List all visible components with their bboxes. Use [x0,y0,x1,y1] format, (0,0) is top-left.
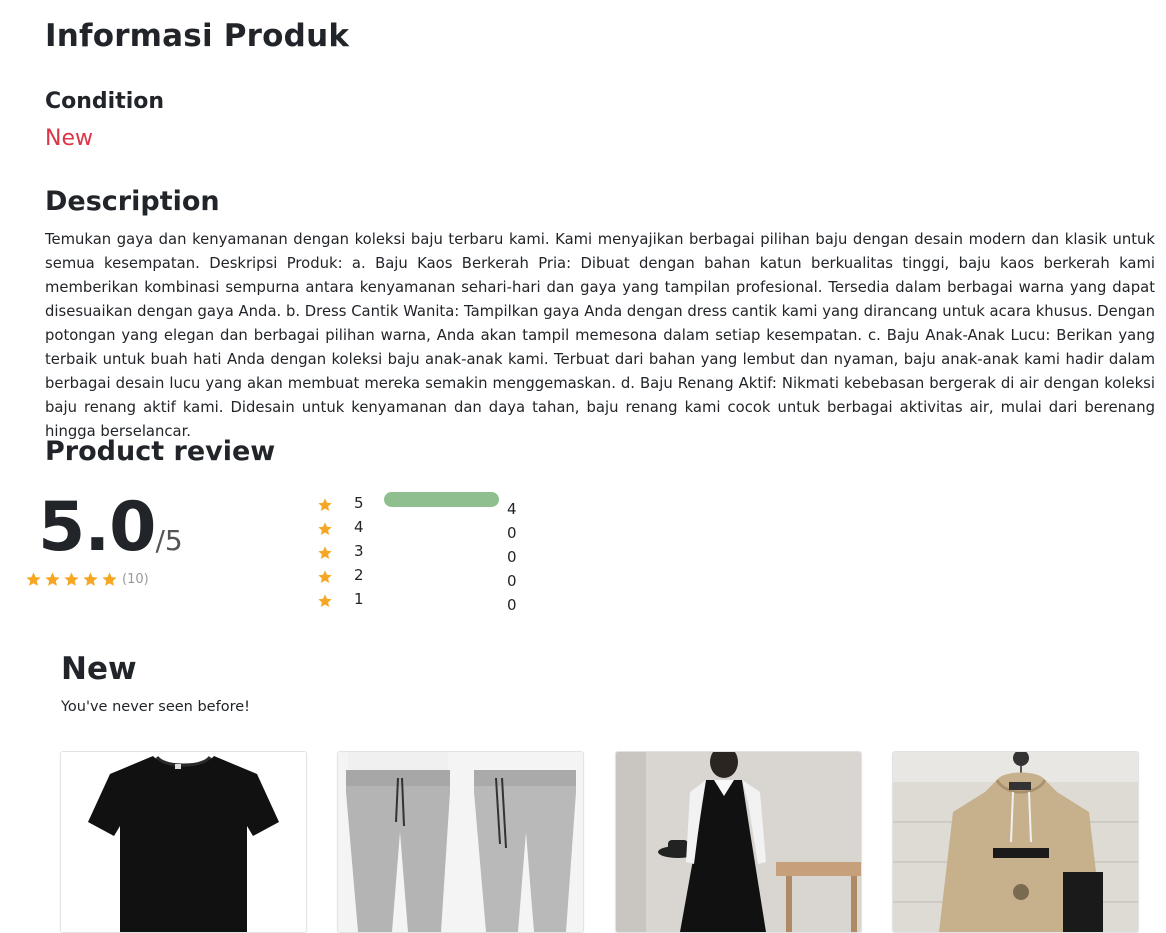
new-section-heading: New [61,651,137,687]
description-heading: Description [45,186,220,217]
product-card-black-tshirt[interactable] [60,751,307,933]
rating-row-5: 54 [315,492,535,518]
star-icon [102,572,117,586]
rating-bar [384,588,499,603]
product-review-heading: Product review [45,436,276,467]
product-card-grey-jogger-pants[interactable] [337,751,584,933]
rating-count: 0 [507,596,517,614]
rating-bar [384,492,499,507]
review-score: 5.0/5 [38,494,183,562]
review-score-value: 5.0 [38,488,156,567]
star-icon [45,572,60,586]
star-icon [26,572,41,586]
rating-row-2: 20 [315,564,535,590]
rating-level: 4 [354,518,364,536]
rating-bar [384,540,499,555]
beige-hoodie-image [893,752,1138,932]
star-icon [64,572,79,586]
star-icon [83,572,98,586]
rating-level: 2 [354,566,364,584]
rating-level: 3 [354,542,364,560]
star-icon [318,498,332,511]
description-text: Temukan gaya dan kenyamanan dengan kolek… [45,231,1155,440]
black-white-dress-image [616,752,861,932]
new-section-subtitle: You've never seen before! [61,699,250,715]
overall-star-rating: (10) [25,571,149,588]
rating-bar [384,516,499,531]
rating-bar-fill [384,492,499,507]
black-tshirt-image [61,752,306,932]
rating-level: 5 [354,494,364,512]
rating-breakdown: 5440302010 [315,492,535,614]
review-count: (10) [122,572,149,587]
star-icon [318,570,332,583]
star-icon [318,546,332,559]
condition-value: New [45,126,93,151]
rating-level: 1 [354,590,364,608]
review-score-max: /5 [155,524,183,557]
product-card-beige-hoodie[interactable] [892,751,1139,933]
overall-stars [25,571,120,588]
rating-bar [384,564,499,579]
condition-heading: Condition [45,89,165,114]
page-title: Informasi Produk [45,18,350,54]
star-icon [318,594,332,607]
rating-row-4: 40 [315,516,535,542]
grey-jogger-pants-image [338,752,583,932]
star-icon [318,522,332,535]
product-card-black-white-dress[interactable] [615,751,862,933]
rating-row-1: 10 [315,588,535,614]
rating-row-3: 30 [315,540,535,566]
